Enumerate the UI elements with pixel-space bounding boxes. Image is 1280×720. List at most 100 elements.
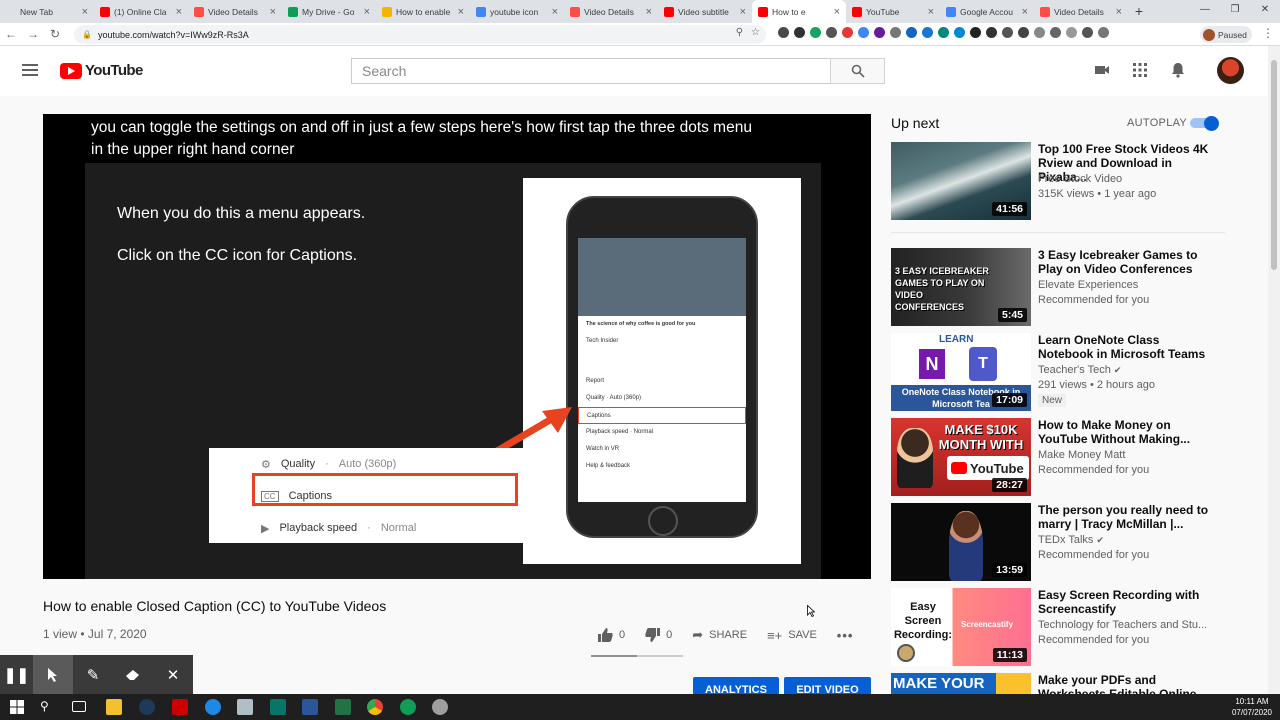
reload-icon[interactable]: ↻ <box>44 27 66 41</box>
edge-icon[interactable] <box>205 699 221 715</box>
browser-tab[interactable]: How to e × <box>752 0 846 23</box>
excel-icon[interactable] <box>335 699 351 715</box>
recommended-video[interactable]: LEARN N T OneNote Class Notebook in Micr… <box>891 333 1221 411</box>
extension-icon[interactable] <box>1002 27 1013 38</box>
tab-close-icon[interactable]: × <box>82 6 88 18</box>
browser-tab[interactable]: Video subtitle × <box>658 0 752 23</box>
notepad-icon[interactable] <box>237 699 253 715</box>
tab-close-icon[interactable]: × <box>364 6 370 18</box>
video-thumbnail[interactable]: 13:59 <box>891 503 1031 581</box>
notifications-bell-icon[interactable] <box>1170 62 1186 78</box>
extension-icon[interactable] <box>778 27 789 38</box>
browser-tab[interactable]: Google Accou × <box>940 0 1034 23</box>
browser-menu-icon[interactable]: ⋮ <box>1262 26 1274 40</box>
browser-tab[interactable]: Video Details × <box>1034 0 1128 23</box>
browser-tab[interactable]: How to enable × <box>376 0 470 23</box>
restore-icon[interactable]: ❐ <box>1220 0 1250 20</box>
video-thumbnail[interactable]: 3 EASY ICEBREAKER GAMES TO PLAY ON VIDEO… <box>891 248 1031 326</box>
extension-icon[interactable] <box>858 27 869 38</box>
dislike-button[interactable]: 0 <box>645 628 672 642</box>
recommended-channel[interactable]: Teacher's Tech ✔ <box>1038 364 1121 376</box>
recommended-video[interactable]: MAKE $10K MONTH WITH YouTube 28:27 How t… <box>891 418 1221 496</box>
apps-grid-icon[interactable] <box>1132 62 1148 78</box>
system-clock[interactable]: 10:11 AM 07/07/2020 <box>1232 696 1272 718</box>
extension-icon[interactable] <box>922 27 933 38</box>
profile-paused-button[interactable]: Paused <box>1200 26 1252 43</box>
video-player[interactable]: When you do this a menu appears. Click o… <box>43 114 871 579</box>
tab-close-icon[interactable]: × <box>1022 6 1028 18</box>
recommended-video[interactable]: Easy Screen Recording: Screencastify 11:… <box>891 588 1221 666</box>
pause-recording-icon[interactable]: ❚❚ <box>0 655 33 694</box>
recommended-channel[interactable]: Elevate Experiences <box>1038 279 1138 291</box>
recommended-title[interactable]: How to Make Money on YouTube Without Mak… <box>1038 418 1216 446</box>
recommended-channel[interactable]: Free Stock Video <box>1038 173 1122 185</box>
app-icon[interactable] <box>139 699 155 715</box>
extension-icon[interactable] <box>906 27 917 38</box>
page-scrollbar[interactable] <box>1268 46 1280 694</box>
browser-tab[interactable]: Video Details × <box>188 0 282 23</box>
recommended-title[interactable]: The person you really need to marry | Tr… <box>1038 503 1216 531</box>
recommended-video[interactable]: MAKE YOUR Make your PDFs and Worksheets … <box>891 673 1221 694</box>
extension-icon[interactable] <box>1018 27 1029 38</box>
back-icon[interactable]: ← <box>0 27 22 41</box>
more-actions-button[interactable]: ••• <box>837 628 854 643</box>
search-input[interactable]: Search <box>351 58 831 84</box>
chrome-icon[interactable] <box>367 699 383 715</box>
share-button[interactable]: ➦ SHARE <box>692 627 747 643</box>
zoom-icon[interactable]: ⚲ <box>736 27 743 38</box>
search-icon[interactable]: ⚲ <box>40 699 56 715</box>
browser-tab[interactable]: New Tab × <box>0 0 94 23</box>
hangouts-icon[interactable] <box>400 699 416 715</box>
recommended-channel[interactable]: TEDx Talks ✔ <box>1038 534 1104 546</box>
app-icon[interactable] <box>432 699 448 715</box>
word-icon[interactable] <box>302 699 318 715</box>
video-thumbnail[interactable]: MAKE $10K MONTH WITH YouTube 28:27 <box>891 418 1031 496</box>
tab-close-icon[interactable]: × <box>270 6 276 18</box>
tab-close-icon[interactable]: × <box>1116 6 1122 18</box>
recommended-video[interactable]: 41:56 Top 100 Free Stock Videos 4K Rview… <box>891 142 1221 220</box>
video-thumbnail[interactable]: LEARN N T OneNote Class Notebook in Micr… <box>891 333 1031 411</box>
autoplay-toggle[interactable] <box>1190 116 1220 131</box>
recommended-title[interactable]: Make your PDFs and Worksheets Editable O… <box>1038 673 1216 694</box>
forward-icon[interactable]: → <box>22 27 44 41</box>
extension-icon[interactable] <box>874 27 885 38</box>
extension-icon[interactable] <box>842 27 853 38</box>
close-toolbar-icon[interactable]: ✕ <box>153 655 193 694</box>
extension-icon[interactable] <box>938 27 949 38</box>
recommended-video[interactable]: 13:59 The person you really need to marr… <box>891 503 1221 581</box>
pen-tool-icon[interactable]: ✎ <box>73 655 113 694</box>
recommended-channel[interactable]: Make Money Matt <box>1038 449 1125 461</box>
browser-tab[interactable]: YouTube × <box>846 0 940 23</box>
recommended-video[interactable]: 3 EASY ICEBREAKER GAMES TO PLAY ON VIDEO… <box>891 248 1221 326</box>
cursor-tool-icon[interactable] <box>33 655 73 694</box>
file-explorer-icon[interactable] <box>106 699 122 715</box>
new-tab-button[interactable]: + <box>1128 0 1150 23</box>
recommended-title[interactable]: Learn OneNote Class Notebook in Microsof… <box>1038 333 1216 361</box>
tab-close-icon[interactable]: × <box>834 6 840 18</box>
extension-icon[interactable] <box>826 27 837 38</box>
extension-icon[interactable] <box>1050 27 1061 38</box>
account-avatar[interactable] <box>1217 57 1244 84</box>
tab-close-icon[interactable]: × <box>458 6 464 18</box>
tab-close-icon[interactable]: × <box>176 6 182 18</box>
address-bar[interactable]: 🔒 youtube.com/watch?v=IWw9zR-Rs3A ⚲ ☆ <box>74 25 766 44</box>
task-view-icon[interactable] <box>72 701 86 712</box>
extension-icon[interactable] <box>794 27 805 38</box>
tab-close-icon[interactable]: × <box>740 6 746 18</box>
browser-tab[interactable]: Video Details × <box>564 0 658 23</box>
windows-start-icon[interactable] <box>9 699 25 715</box>
tab-close-icon[interactable]: × <box>646 6 652 18</box>
puzzle-icon[interactable] <box>1082 27 1093 38</box>
like-button[interactable]: 0 <box>598 628 625 642</box>
video-thumbnail[interactable]: 41:56 <box>891 142 1031 220</box>
tab-close-icon[interactable]: × <box>928 6 934 18</box>
extension-icon[interactable] <box>810 27 821 38</box>
create-video-icon[interactable] <box>1094 62 1110 78</box>
close-window-icon[interactable]: ✕ <box>1250 0 1280 20</box>
browser-tab[interactable]: My Drive - Go × <box>282 0 376 23</box>
extension-icon[interactable] <box>970 27 981 38</box>
publisher-icon[interactable] <box>270 699 286 715</box>
browser-tab[interactable]: (1) Online Cla × <box>94 0 188 23</box>
analytics-button[interactable]: ANALYTICS <box>693 677 779 695</box>
recommended-channel[interactable]: Technology for Teachers and Stu... <box>1038 619 1207 631</box>
